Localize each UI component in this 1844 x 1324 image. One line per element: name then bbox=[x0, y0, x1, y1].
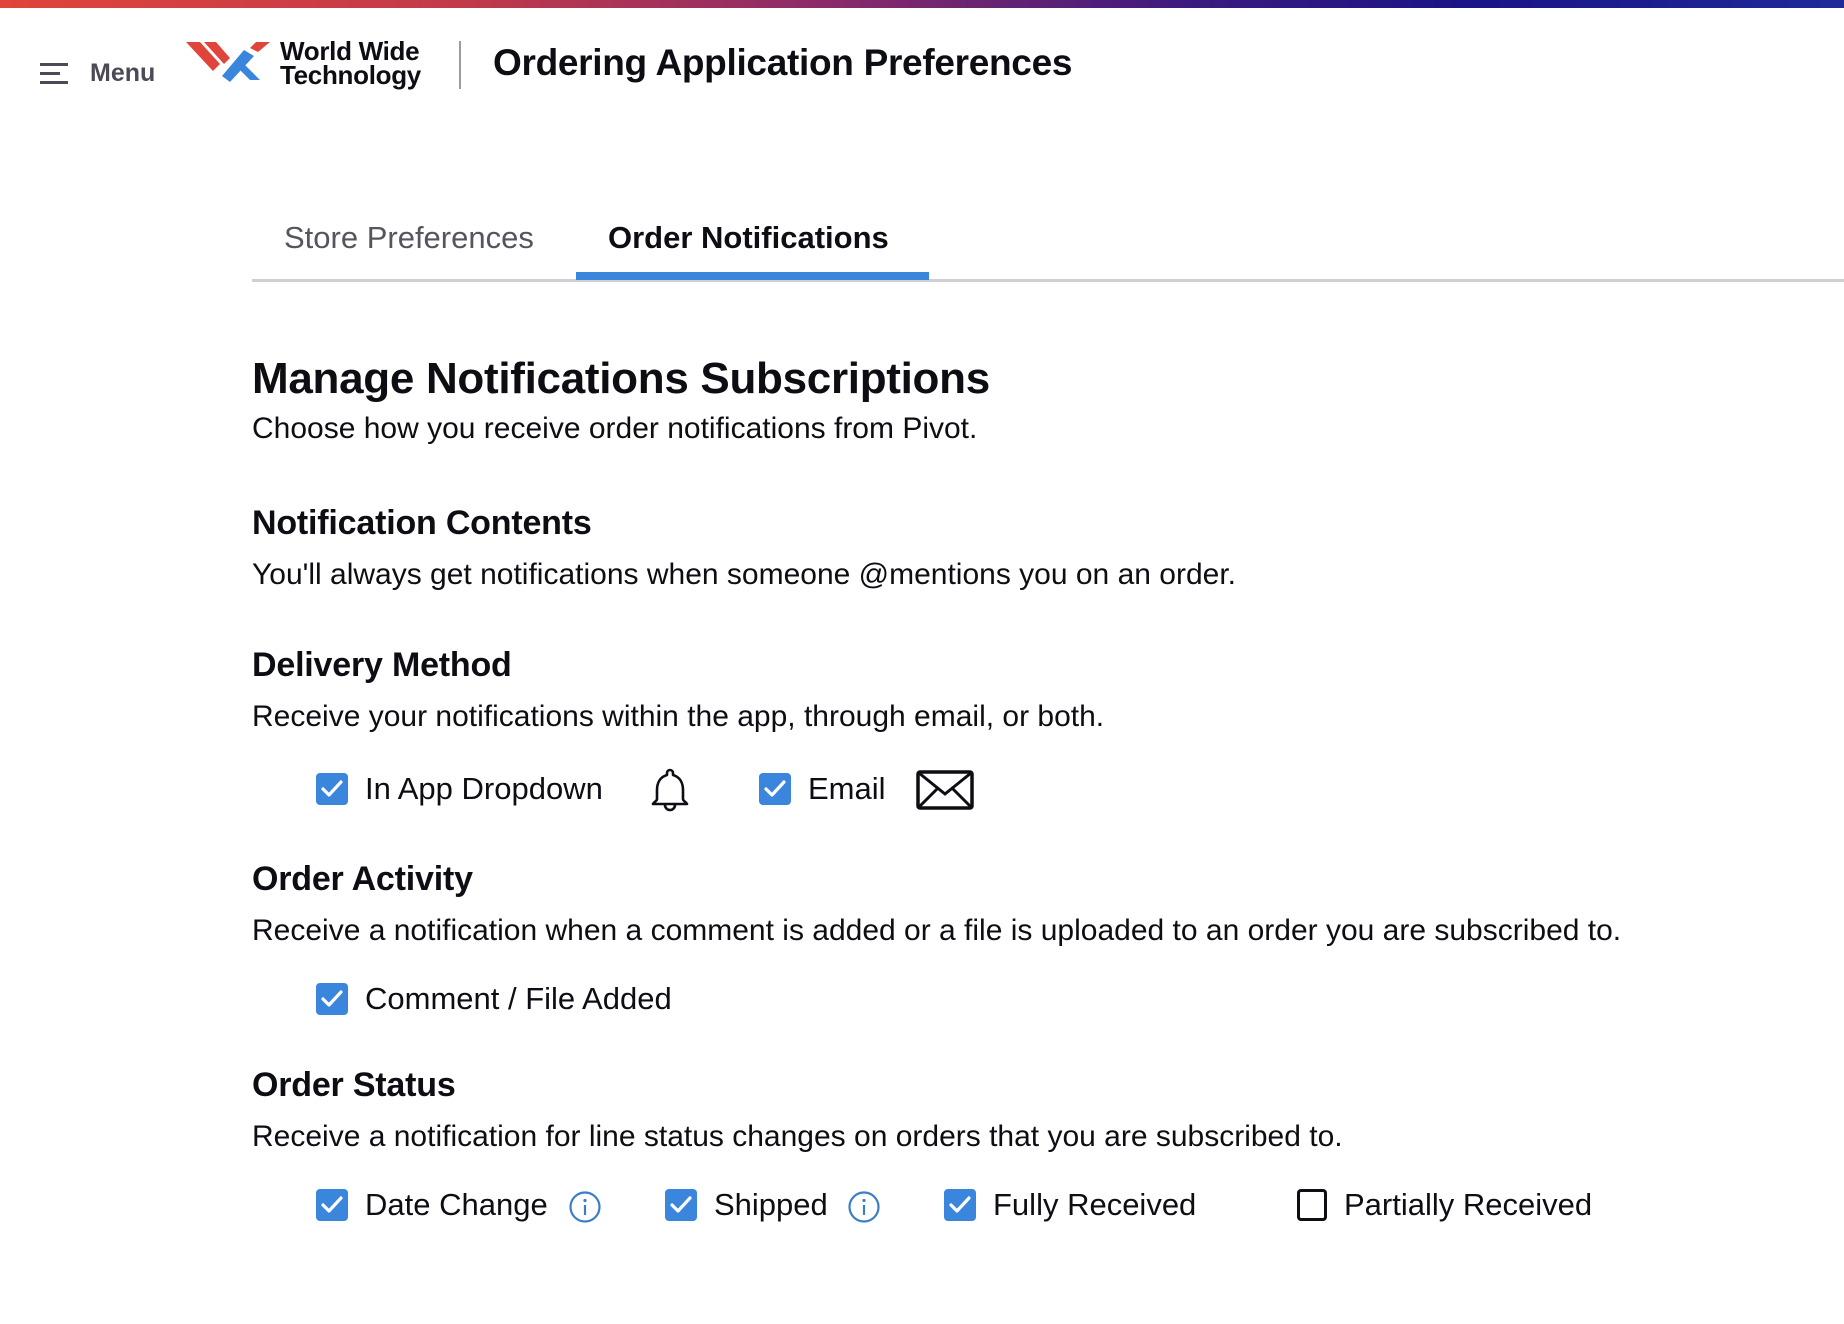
email-checkbox[interactable]: Email bbox=[759, 764, 886, 814]
in-app-dropdown-checkbox[interactable]: In App Dropdown bbox=[316, 764, 603, 814]
checkbox-checked[interactable] bbox=[944, 1189, 976, 1221]
hamburger-icon bbox=[40, 60, 70, 86]
page-title: Ordering Application Preferences bbox=[493, 42, 1073, 83]
checkbox-checked[interactable] bbox=[665, 1189, 697, 1221]
tab-order-notifications[interactable]: Order Notifications bbox=[608, 220, 889, 256]
delivery-method-section: Delivery Method Receive your notificatio… bbox=[252, 642, 1832, 812]
order-activity-title: Order Activity bbox=[252, 860, 473, 898]
order-activity-description: Receive a notification when a comment is… bbox=[252, 914, 1622, 947]
header: Menu World Wide Technology Ordering Appl… bbox=[0, 8, 1844, 120]
date-change-checkbox[interactable]: Date Change bbox=[316, 1180, 548, 1230]
section-subheading: Choose how you receive order notificatio… bbox=[252, 412, 978, 445]
checkmark-icon bbox=[670, 1196, 692, 1213]
checkbox-checked[interactable] bbox=[316, 983, 348, 1015]
envelope-icon bbox=[916, 770, 974, 810]
checkmark-icon bbox=[949, 1196, 971, 1213]
info-icon[interactable] bbox=[847, 1190, 881, 1224]
delivery-method-description: Receive your notifications within the ap… bbox=[252, 700, 1105, 733]
tab-bar-divider bbox=[252, 279, 1844, 282]
checkmark-icon bbox=[321, 780, 343, 797]
notification-contents-title: Notification Contents bbox=[252, 504, 592, 542]
order-status-title: Order Status bbox=[252, 1066, 456, 1104]
checkbox-checked[interactable] bbox=[316, 1189, 348, 1221]
menu-button[interactable]: Menu bbox=[40, 48, 155, 98]
order-activity-section: Order Activity Receive a notification wh… bbox=[252, 856, 1832, 1016]
checkbox-checked[interactable] bbox=[759, 773, 791, 805]
shipped-checkbox[interactable]: Shipped bbox=[665, 1180, 828, 1230]
section-heading: Manage Notifications Subscriptions bbox=[252, 354, 990, 403]
order-status-description: Receive a notification for line status c… bbox=[252, 1120, 1343, 1153]
notification-contents-section: Notification Contents You'll always get … bbox=[252, 500, 1832, 596]
header-divider bbox=[459, 41, 461, 89]
checkmark-icon bbox=[321, 1196, 343, 1213]
active-tab-indicator bbox=[576, 272, 929, 280]
comment-file-added-checkbox[interactable]: Comment / File Added bbox=[316, 974, 672, 1024]
order-status-section: Order Status Receive a notification for … bbox=[252, 1062, 1832, 1223]
menu-label: Menu bbox=[90, 58, 156, 87]
comment-file-added-label: Comment / File Added bbox=[365, 981, 672, 1016]
fully-received-checkbox[interactable]: Fully Received bbox=[944, 1180, 1196, 1230]
partially-received-label: Partially Received bbox=[1344, 1187, 1593, 1222]
wwt-logo-icon bbox=[186, 42, 270, 82]
status-options: Date Change Shipped Fully Received Parti… bbox=[252, 1180, 1752, 1230]
company-logo[interactable]: World Wide Technology bbox=[186, 36, 421, 90]
email-label: Email bbox=[808, 771, 886, 806]
logo-line-2: Technology bbox=[280, 60, 421, 90]
delivery-method-title: Delivery Method bbox=[252, 646, 512, 684]
activity-options: Comment / File Added bbox=[252, 974, 1752, 1024]
partially-received-checkbox[interactable]: Partially Received bbox=[1297, 1180, 1592, 1230]
checkbox-checked[interactable] bbox=[316, 773, 348, 805]
checkbox-unchecked[interactable] bbox=[1297, 1189, 1327, 1221]
brand-gradient-bar bbox=[0, 0, 1844, 8]
date-change-label: Date Change bbox=[365, 1187, 548, 1222]
shipped-label: Shipped bbox=[714, 1187, 828, 1222]
info-icon[interactable] bbox=[568, 1190, 602, 1224]
tab-store-preferences[interactable]: Store Preferences bbox=[284, 220, 534, 256]
checkmark-icon bbox=[764, 780, 786, 797]
logo-text: World Wide Technology bbox=[280, 38, 421, 90]
delivery-options: In App Dropdown Email bbox=[252, 764, 1752, 814]
notification-contents-description: You'll always get notifications when som… bbox=[252, 558, 1236, 591]
tab-bar: Store Preferences Order Notifications bbox=[252, 210, 1844, 282]
checkmark-icon bbox=[321, 990, 343, 1007]
bell-icon bbox=[648, 766, 692, 814]
in-app-dropdown-label: In App Dropdown bbox=[365, 771, 603, 806]
page-intro: Manage Notifications Subscriptions Choos… bbox=[252, 350, 1812, 450]
fully-received-label: Fully Received bbox=[993, 1187, 1197, 1222]
